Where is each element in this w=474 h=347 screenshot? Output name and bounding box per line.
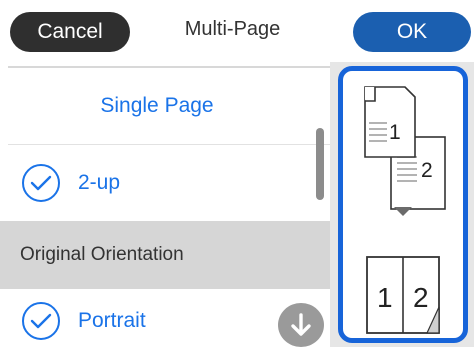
ok-button[interactable]: OK [353,12,471,52]
page-title: Multi-Page [184,18,281,40]
list-item-2up[interactable]: 2-up [8,146,330,220]
scroll-down-icon [291,313,311,336]
section-header-original-orientation: Original Orientation [0,221,330,289]
options-list: Single Page 2-up Original Orientation Po… [0,66,330,347]
before-page-1: 1 [364,86,416,158]
svg-text:1: 1 [389,121,401,144]
scroll-down-button[interactable] [278,303,324,347]
scrollbar-thumb[interactable] [316,128,324,200]
svg-text:2: 2 [421,159,433,182]
two-up-label: 2-up [78,171,121,194]
arrow-down-icon [394,207,412,216]
divider [8,144,330,145]
cancel-button[interactable]: Cancel [10,12,130,52]
list-item-single-page[interactable]: Single Page [8,68,330,144]
top-bar: Cancel Multi-Page OK [0,0,474,62]
checkmark-icon [22,164,60,202]
svg-text:2: 2 [413,282,429,313]
svg-text:1: 1 [377,282,393,313]
after-sheet: 1 2 [366,256,440,334]
single-page-label: Single Page [100,94,214,117]
layout-preview: 2 1 1 2 [338,66,468,343]
portrait-label: Portrait [78,309,146,332]
checkmark-icon [22,302,60,340]
